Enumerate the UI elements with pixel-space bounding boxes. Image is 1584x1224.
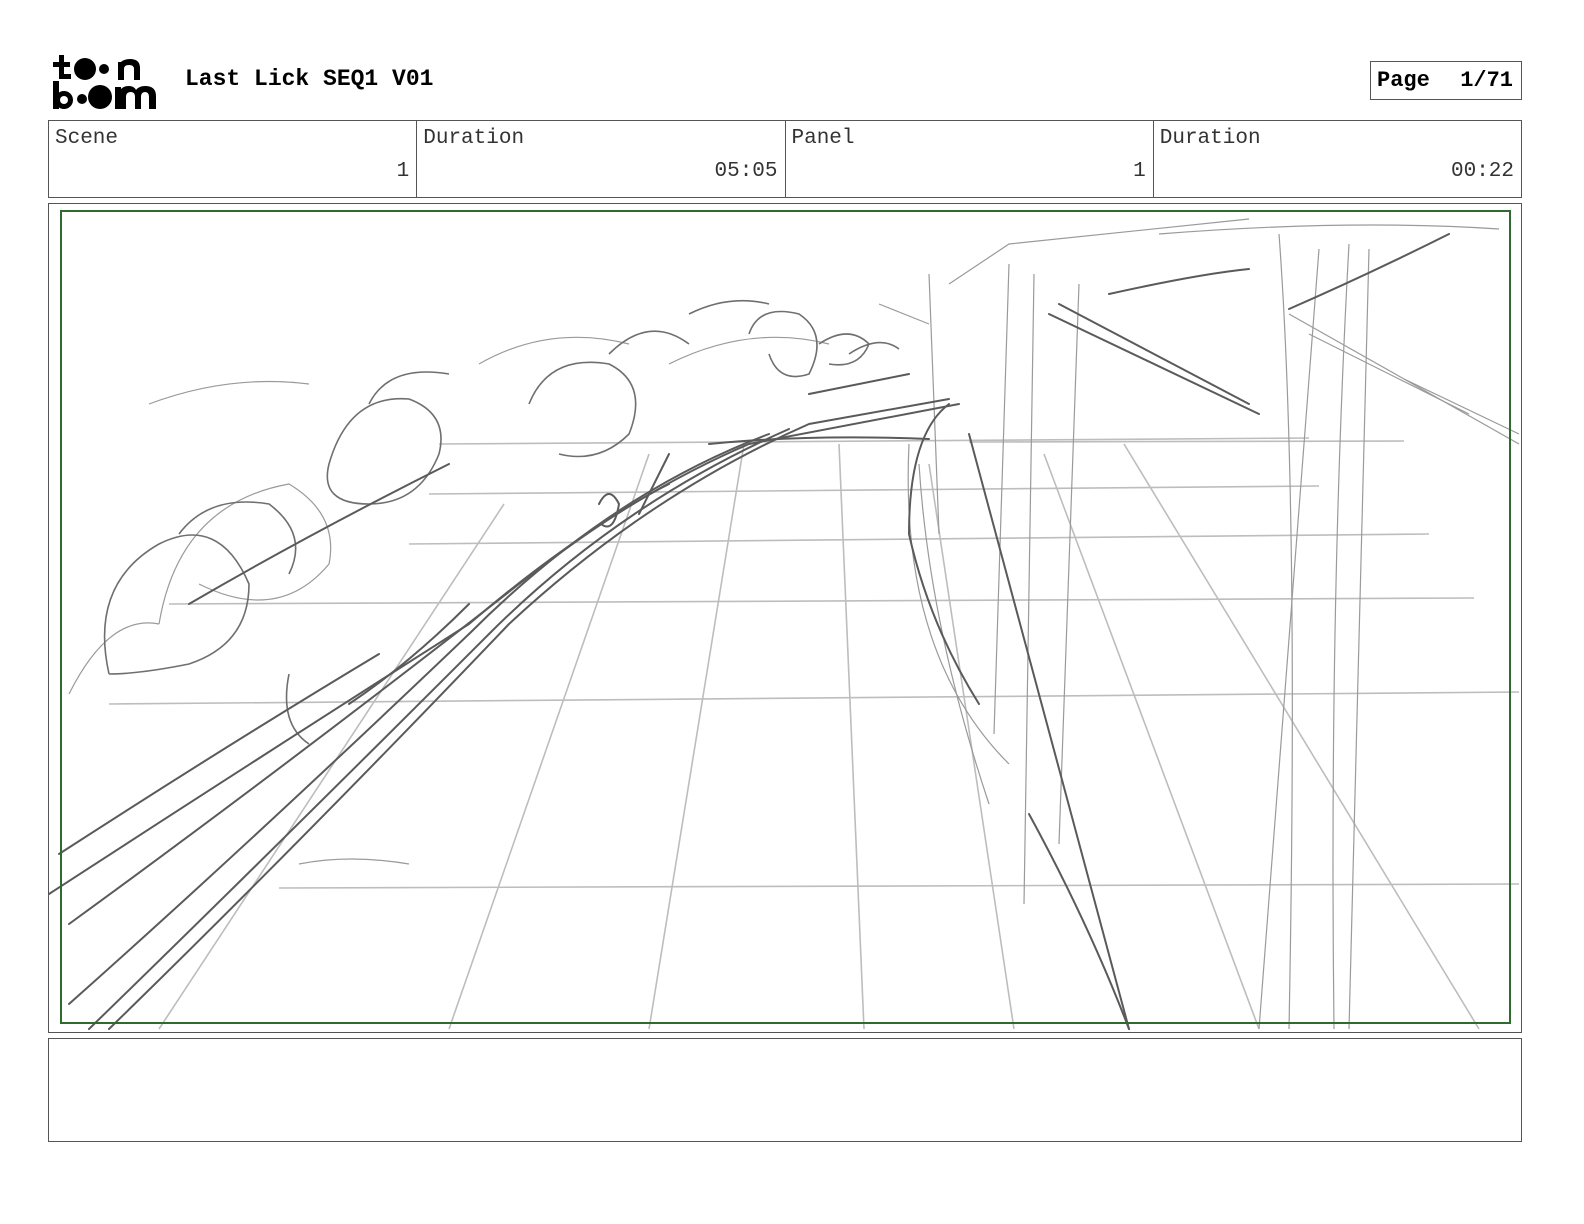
page-number: 1/71 (1460, 68, 1513, 93)
panel-duration-label: Duration (1159, 127, 1261, 150)
construction-lines (68, 218, 1520, 1030)
project-title: Last Lick SEQ1 V01 (185, 66, 434, 92)
panel-sketch (49, 218, 1520, 1030)
storyboard-panel (48, 203, 1522, 1033)
toon-boom-logo-mark (53, 55, 156, 109)
page-indicator: Page 1/71 (1370, 61, 1522, 100)
panel-duration-value: 00:22 (1450, 160, 1514, 183)
panel-value: 1 (1133, 160, 1146, 183)
motion-streaks (49, 233, 1450, 1030)
scene-duration-label: Duration (423, 127, 525, 150)
action-notes-box[interactable] (48, 1038, 1522, 1142)
scene-label: Scene (55, 127, 119, 150)
page-label: Page (1377, 68, 1430, 93)
floor-grid (108, 437, 1520, 1030)
scene-cell: Scene 1 (49, 121, 418, 197)
scene-duration-cell: Duration 05:05 (417, 121, 786, 197)
smoke-clouds (103, 299, 900, 745)
toon-boom-logo (50, 50, 165, 114)
scene-value: 1 (396, 160, 410, 183)
scene-duration-value: 05:05 (714, 160, 778, 183)
panel-label: Panel (791, 127, 855, 150)
scene-info-table: Scene 1 Duration 05:05 Panel 1 Duration … (48, 120, 1522, 198)
panel-cell: Panel 1 (786, 121, 1154, 197)
panel-duration-cell: Duration 00:22 (1154, 121, 1521, 197)
